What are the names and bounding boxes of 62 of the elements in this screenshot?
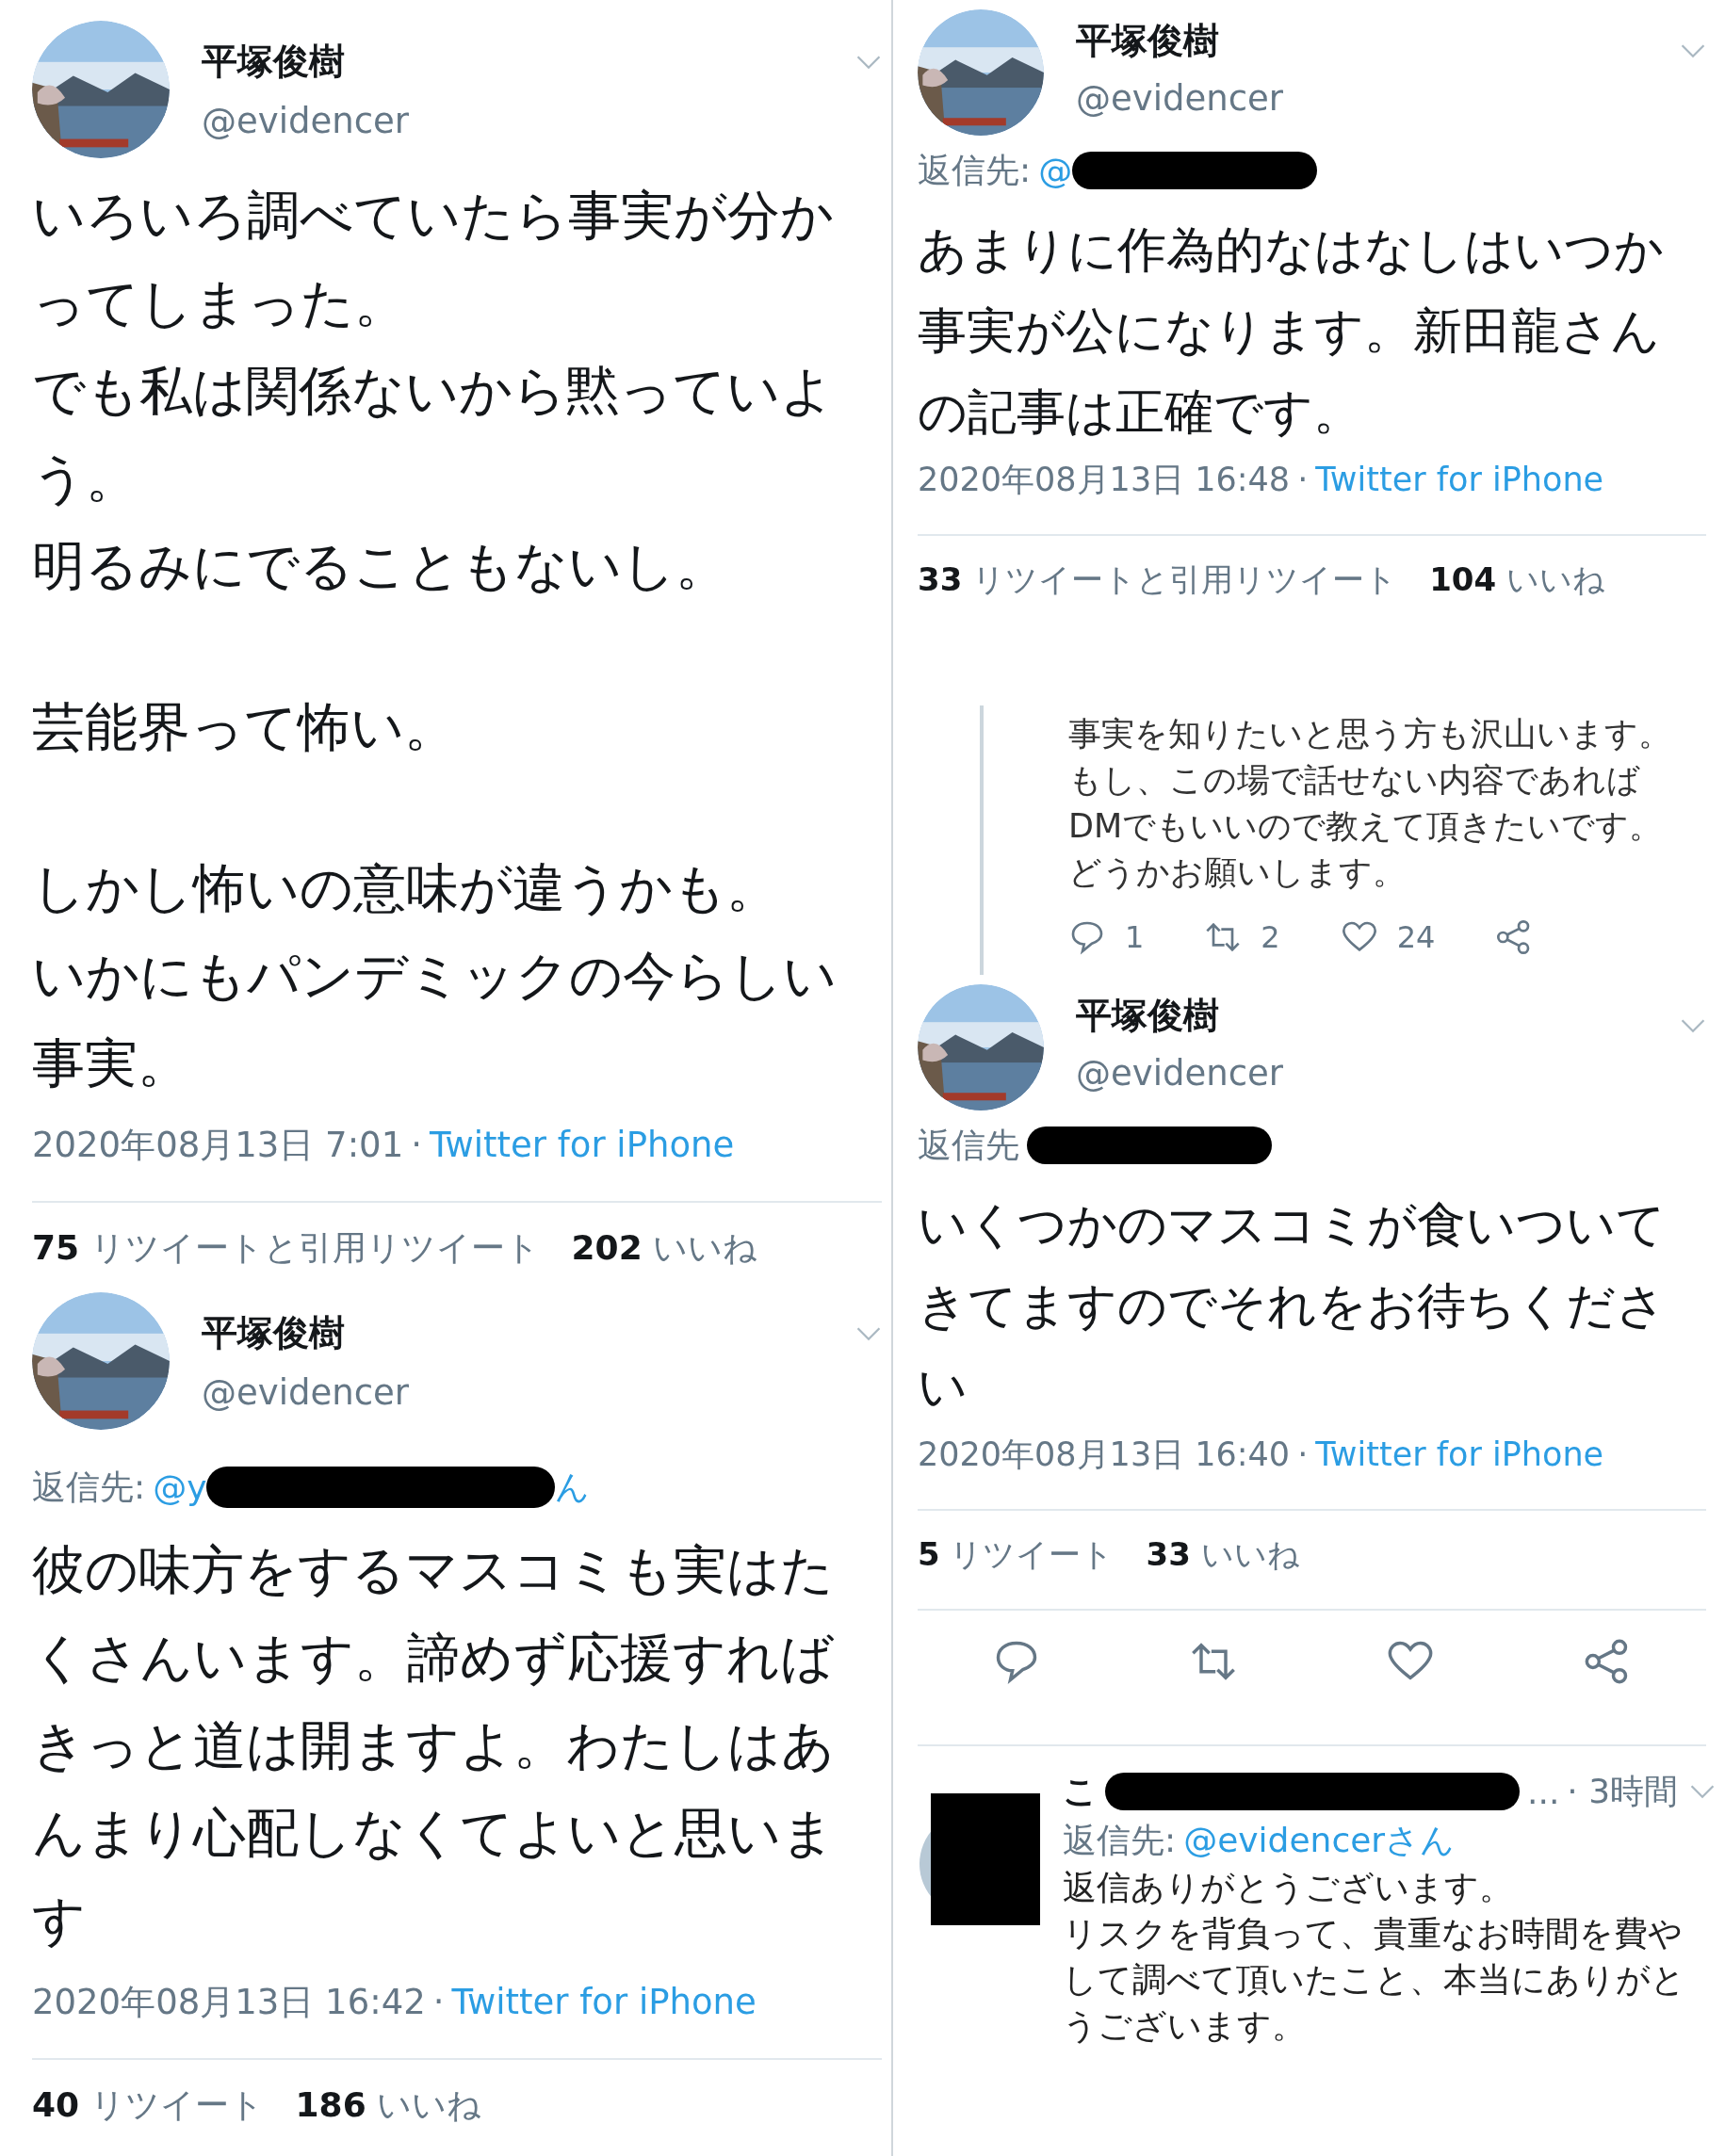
action-count: 1 [1125,919,1145,955]
tweet-text: あまりに作為的なはなしはいつか [918,220,1665,280]
tweet-text: でも私は関係ないから黙っていよ [32,359,835,423]
action-count: 2 [1261,919,1280,955]
reply-text: して調べて頂いたこと、本当にありがと [1063,1959,1686,2001]
tweet-text: ってしまった。 [32,271,408,335]
stat-link[interactable]: 40 リツイート [32,2083,264,2129]
user-handle[interactable]: @evidencer [1076,78,1680,119]
tweet-date: 2020年08月13日 16:48 [918,461,1291,498]
reply-to-label: 返信先: [918,149,1032,191]
reply-to-label: 返信先 [918,1124,1019,1166]
reply-text: 返信ありがとうございます。 [1063,1867,1514,1908]
tweet-text: 事実。 [32,1031,191,1095]
tweet-text: 事実が公になります。新田龍さん [918,301,1661,361]
tweet-text: う。 [32,446,139,511]
stat-link[interactable]: 186 いいね [295,2083,482,2129]
stat-link[interactable]: 33 いいね [1146,1533,1300,1577]
user-handle[interactable]: @evidencer [1076,1053,1680,1094]
action-count: 24 [1396,919,1436,955]
user-name[interactable]: 平塚俊樹 [202,38,855,86]
tweet-text: きてますのでそれをお待ちくださ [918,1276,1667,1336]
tweet-text: の記事は正確です。 [918,382,1363,442]
tweet-text: いかにもパンデミックの今らしい [32,944,838,1008]
stat-link[interactable]: 104 いいね [1429,559,1605,602]
tweet-date: 2020年08月13日 7:01 [32,1125,404,1165]
stat-link[interactable]: 75 リツイートと引用リツイート [32,1225,540,1272]
separator-dot: · [1297,1435,1309,1473]
reply-text: もし、この場で話せない内容であれば [1068,760,1641,801]
reply-to-label: 返信先: [32,1466,146,1508]
reply-text: どうかお願いします。 [1068,852,1407,893]
reply-text: リスクを背負って、貴重なお時間を費や [1063,1913,1684,1954]
tweet-date: 2020年08月13日 16:42 [32,1982,426,2022]
tweet-text: しかし怖いの意味が違うかも。 [32,856,780,920]
tweet-text: い [918,1357,968,1417]
tweet-text: す [32,1889,87,1953]
reply-text: DMでもいいので教えて頂きたいです。 [1068,806,1664,847]
tweet-text: 芸能界って怖い。 [32,695,458,759]
tweet-time: · 3時間 [1567,1770,1679,1812]
tweet-text: くさんいます。諦めず応援すれば [32,1626,835,1690]
tweet-text: 明るみにでることもないし。 [32,534,729,598]
tweet-text: きっと道は開ますよ。わたしはあ [32,1713,836,1777]
user-handle[interactable]: @evidencer [202,101,855,141]
stat-link[interactable]: 33 リツイートと引用リツイート [918,559,1398,602]
reply-to-label: 返信先: [1063,1820,1177,1861]
reply-text: うございます。 [1063,2005,1307,2047]
user-name[interactable]: 平塚俊樹 [1076,17,1680,65]
tweet-text: んまり心配しなくてよいと思いま [32,1801,836,1865]
tweet-text: いろいろ調べていたら事実が分か [32,184,835,248]
separator-dot: · [432,1982,445,2022]
separator-dot: · [411,1125,422,1165]
stat-link[interactable]: 202 いいね [571,1225,758,1272]
tweet-date: 2020年08月13日 16:40 [918,1435,1291,1473]
tweet-text: いくつかのマスコミが食いついて [918,1195,1667,1255]
reply-text: 事実を知りたいと思う方も沢山います。 [1068,714,1671,754]
ellipsis: ... [1527,1772,1560,1811]
separator-dot: · [1297,461,1309,498]
user-name[interactable]: こ [1063,1768,1098,1815]
user-name[interactable]: 平塚俊樹 [1076,992,1680,1040]
tweet-text: 彼の味方をするマスコミも実はた [32,1538,835,1602]
user-handle[interactable]: @evidencer [202,1372,855,1413]
stat-link[interactable]: 5 リツイート [918,1533,1115,1577]
user-name[interactable]: 平塚俊樹 [202,1309,855,1357]
